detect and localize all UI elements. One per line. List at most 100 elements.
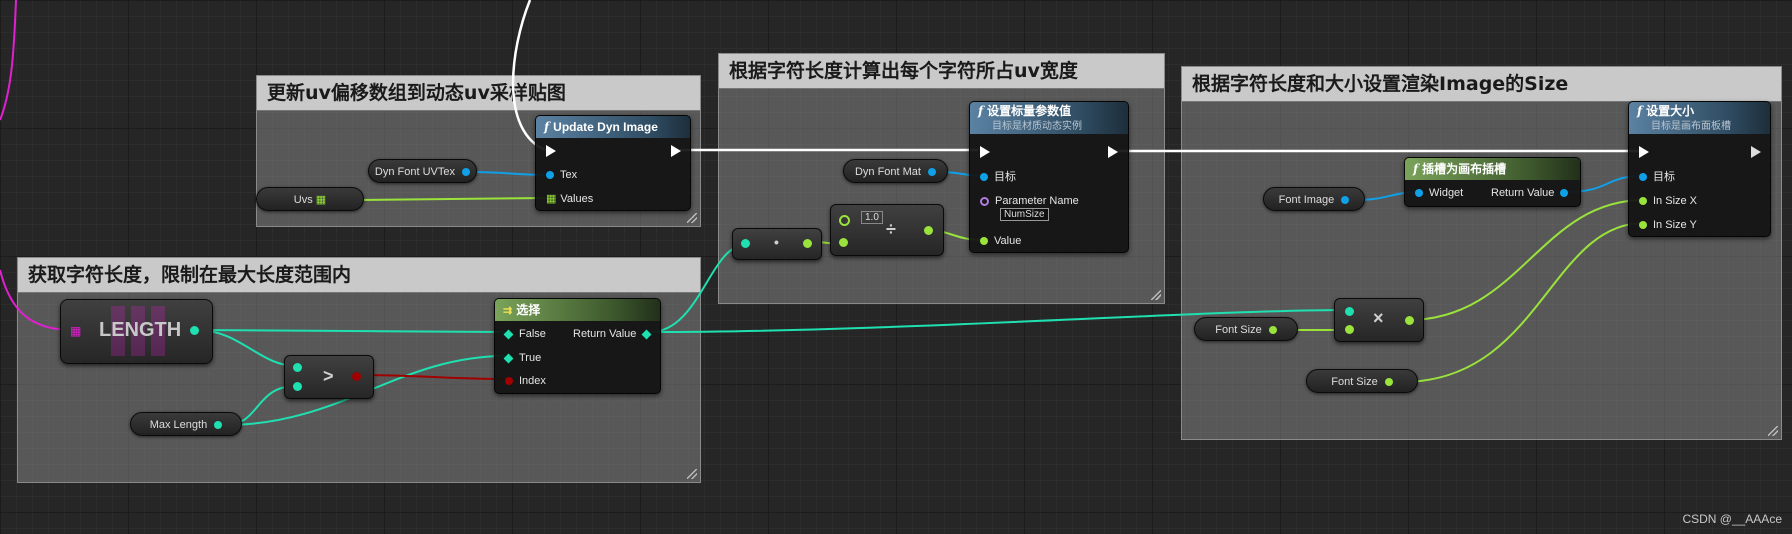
pin-tex[interactable]: Tex: [546, 168, 577, 182]
function-icon: f: [1637, 104, 1643, 118]
float-pin-out[interactable]: [803, 239, 812, 248]
int-pin-icon: [214, 421, 223, 430]
pin-widget[interactable]: Widget: [1415, 186, 1463, 200]
multiply-node[interactable]: ×: [1334, 298, 1424, 342]
exec-out-pin[interactable]: [1108, 146, 1118, 158]
object-pin-icon: [980, 173, 988, 182]
exec-out-pin-hollow[interactable]: [1751, 146, 1761, 158]
resize-grip[interactable]: [1151, 290, 1161, 300]
node-title: 插槽为画布插槽: [1422, 162, 1507, 176]
pin-target[interactable]: 目标: [1639, 170, 1675, 184]
string-array-icon: ▦: [70, 324, 82, 338]
float-pin-out[interactable]: [1405, 316, 1414, 325]
object-pin-icon: [462, 168, 471, 177]
object-pin-icon: [1639, 173, 1647, 182]
object-pin-icon: [1560, 189, 1569, 198]
float-pin-icon: [980, 237, 988, 246]
pin-true[interactable]: True: [503, 351, 541, 365]
int-pin-in[interactable]: [741, 239, 750, 248]
object-pin-icon: [1415, 189, 1423, 198]
float-pin-in-a[interactable]: [839, 215, 850, 226]
set-size-node[interactable]: f 设置大小目标是画布面板槽 目标 In Size X In Size Y: [1628, 101, 1771, 237]
bool-pin-out[interactable]: [352, 372, 361, 381]
exec-in-pin[interactable]: [1639, 146, 1649, 158]
comment-title[interactable]: 根据字符长度和大小设置渲染Image的Size: [1182, 67, 1781, 102]
font-size-var-1[interactable]: Font Size: [1194, 317, 1298, 341]
int-pin-in-b[interactable]: [293, 382, 302, 391]
node-header: f 插槽为画布插槽: [1405, 158, 1580, 180]
int-pin-icon: [503, 329, 514, 340]
pin-value[interactable]: Value: [980, 234, 1021, 248]
wire-string-top: [0, 0, 17, 121]
resize-grip[interactable]: [1768, 426, 1778, 436]
pin-return-value[interactable]: Return Value: [573, 327, 652, 341]
array-grid-icon: ▦: [546, 193, 557, 205]
length-label: LENGTH: [99, 319, 182, 341]
node-title: 选择: [516, 303, 541, 317]
pin-index[interactable]: Index: [505, 374, 546, 388]
array-grid-icon: ▦: [315, 194, 327, 206]
greater-than-node[interactable]: >: [284, 355, 374, 399]
object-pin-icon: [928, 168, 937, 177]
bool-pin-icon: [505, 377, 513, 386]
divide-icon: ÷: [886, 219, 896, 239]
name-pin-icon: [980, 196, 989, 206]
int-pin-in-a[interactable]: [293, 363, 302, 372]
node-title: 设置大小: [1646, 104, 1695, 118]
int-pin-out[interactable]: [190, 326, 199, 335]
resize-grip[interactable]: [687, 213, 697, 223]
pin-return-value[interactable]: Return Value: [1491, 186, 1569, 200]
comment-title[interactable]: 更新uv偏移数组到动态uv采样贴图: [257, 76, 700, 111]
update-dyn-image-node[interactable]: f Update Dyn Image Tex ▦ Values: [535, 115, 691, 211]
comment-title[interactable]: 根据字符长度计算出每个字符所占uv宽度: [719, 54, 1164, 89]
select-icon: ⇉: [503, 305, 513, 317]
multiply-symbol: ×: [1373, 308, 1384, 328]
function-icon: f: [1413, 162, 1419, 176]
dyn-font-uvtex-var[interactable]: Dyn Font UVTex: [368, 159, 477, 183]
float-pin-icon: [1639, 197, 1647, 206]
parameter-name-input[interactable]: NumSize: [1000, 208, 1049, 221]
float-pin-in[interactable]: [1345, 325, 1354, 334]
int-pin-icon: [503, 353, 514, 364]
node-subtitle: 目标是画布面板槽: [1651, 121, 1731, 132]
comment-title[interactable]: 获取字符长度，限制在最大长度范围内: [18, 258, 700, 293]
float-pin-icon: [1384, 378, 1393, 387]
node-header: f 设置大小目标是画布面板槽: [1629, 102, 1770, 134]
set-scalar-param-node[interactable]: f 设置标量参数值 目标是材质动态实例 目标 Parameter Name NumS…: [969, 101, 1129, 253]
divide-node[interactable]: 1.0 ÷: [830, 204, 944, 256]
float-pin-in-b[interactable]: [839, 238, 848, 247]
pin-parameter-name[interactable]: Parameter Name: [980, 194, 1079, 208]
resize-grip[interactable]: [687, 469, 697, 479]
node-header: f Update Dyn Image: [536, 116, 690, 138]
pin-in-size-x[interactable]: In Size X: [1639, 194, 1697, 208]
int-pin-in[interactable]: [1345, 307, 1354, 316]
max-length-var[interactable]: Max Length: [130, 412, 242, 436]
greater-symbol: >: [323, 366, 334, 386]
font-size-var-2[interactable]: Font Size: [1306, 369, 1418, 393]
dyn-font-mat-var[interactable]: Dyn Font Mat: [843, 159, 948, 183]
font-image-var[interactable]: Font Image: [1263, 187, 1365, 211]
node-header: ⇉ 选择: [495, 299, 660, 321]
multiply-float-node[interactable]: •: [732, 228, 822, 260]
select-node[interactable]: ⇉ 选择 False Return Value True Index: [494, 298, 661, 394]
function-icon: f: [544, 120, 550, 134]
float-pin-icon: [1268, 326, 1277, 335]
length-node[interactable]: ▦ LENGTH: [60, 299, 213, 364]
function-icon: f: [978, 104, 984, 118]
node-subtitle: 目标是材质动态实例: [992, 121, 1082, 132]
pin-in-size-y[interactable]: In Size Y: [1639, 218, 1697, 232]
exec-out-pin[interactable]: [671, 145, 681, 157]
float-pin-out[interactable]: [924, 226, 933, 235]
object-pin-icon: [546, 171, 554, 180]
slot-as-canvas-slot-node[interactable]: f 插槽为画布插槽 Widget Return Value: [1404, 157, 1581, 207]
float-pin-icon: [1639, 221, 1647, 230]
node-title: Update Dyn Image: [553, 120, 658, 134]
exec-in-pin[interactable]: [546, 145, 556, 157]
pin-false[interactable]: False: [503, 327, 546, 341]
exec-in-pin[interactable]: [980, 146, 990, 158]
uvs-var[interactable]: Uvs ▦: [256, 187, 364, 211]
multiply-symbol: •: [774, 234, 779, 250]
literal-value-box[interactable]: 1.0: [861, 211, 883, 224]
pin-values[interactable]: ▦ Values: [546, 192, 593, 206]
pin-target[interactable]: 目标: [980, 170, 1016, 184]
